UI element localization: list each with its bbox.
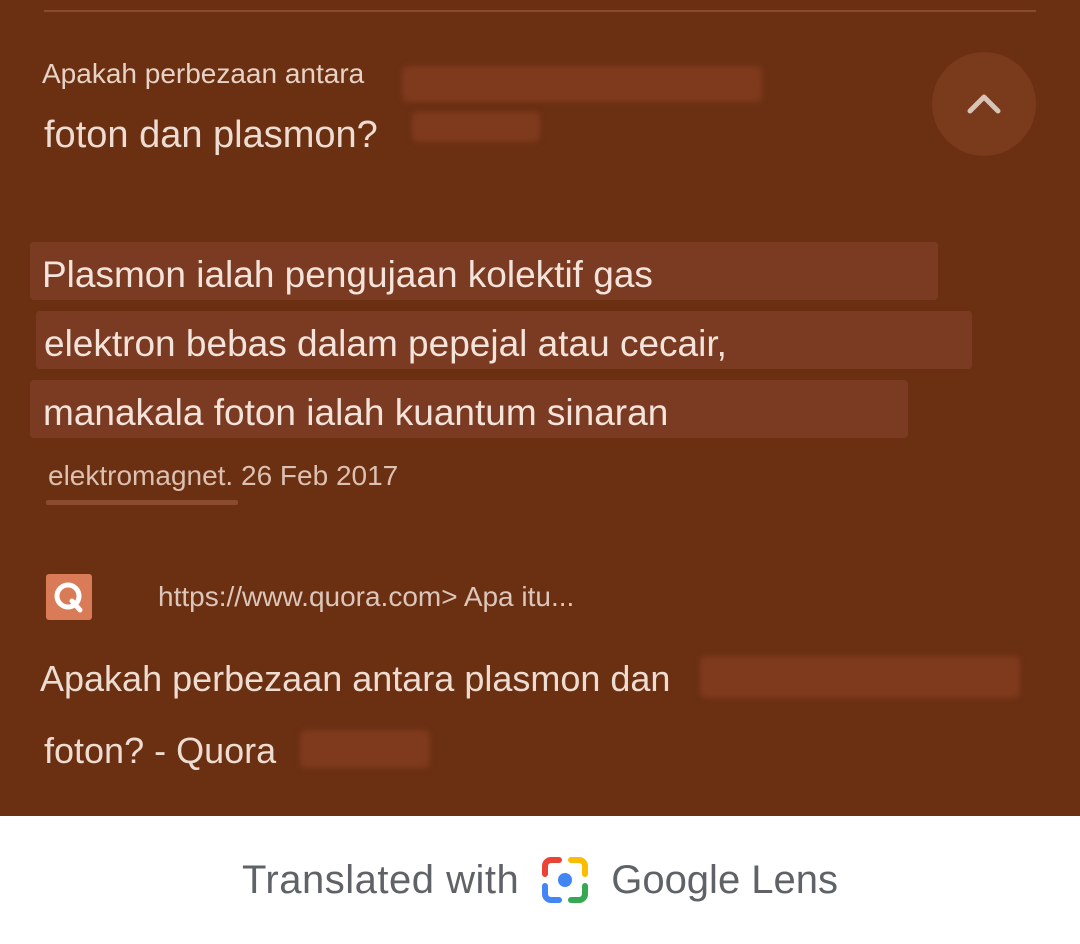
divider [44,10,1036,12]
translated-search-result: Apakah perbezaan antara foton dan plasmo… [0,0,1080,816]
snippet-source-date: elektromagnet. 26 Feb 2017 [48,460,399,491]
answer-line: elektron bebas dalam pepejal atau cecair… [44,323,727,364]
result-title[interactable]: foton? - Quora [44,730,276,772]
result-url[interactable]: https://www.quora.com> Apa itu... [158,581,574,613]
snippet-question: foton dan plasmon? [44,114,378,156]
translation-footer: Translated with Google Lens [0,816,1080,944]
answer-line: Plasmon ialah pengujaan kolektif gas [42,254,653,295]
google-lens-icon [542,857,589,903]
original-text-blur [700,656,1020,698]
translated-with-label: Translated with [241,857,520,902]
chevron-up-icon [967,94,1001,114]
answer-line: manakala foton ialah kuantum sinaran [43,392,669,433]
original-text-blur [402,66,762,102]
original-text-blur [412,112,540,142]
source-underline [46,500,238,505]
quora-icon[interactable] [46,574,92,620]
result-title[interactable]: Apakah perbezaan antara plasmon dan [40,658,670,700]
google-lens-brand: Google Lens [611,857,839,902]
snippet-question-small: Apakah perbezaan antara [42,58,365,89]
collapse-button[interactable] [932,52,1036,156]
original-text-blur [300,730,430,768]
